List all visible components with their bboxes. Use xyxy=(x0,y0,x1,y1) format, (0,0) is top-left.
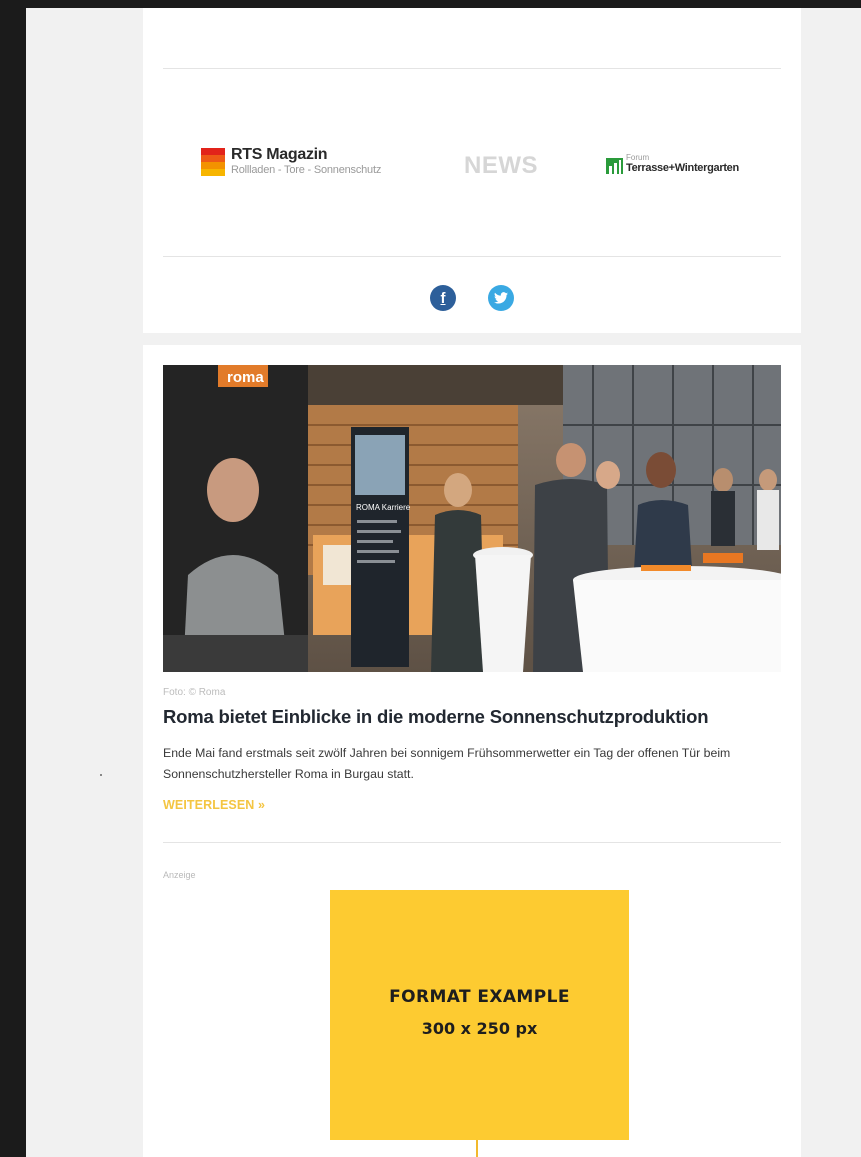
ad-label: Anzeige xyxy=(163,870,196,880)
brand-bar: RTS Magazin Rollladen - Tore - Sonnensch… xyxy=(163,136,781,186)
twitter-bird-icon xyxy=(494,292,508,304)
photo-credit: Foto: © Roma xyxy=(163,687,226,698)
rts-title: RTS Magazin xyxy=(231,146,328,163)
divider xyxy=(163,842,781,843)
divider xyxy=(163,256,781,257)
article-card: roma ROMA Karriere Foto: © Roma Roma bie… xyxy=(143,345,801,1157)
email-canvas: RTS Magazin Rollladen - Tore - Sonnensch… xyxy=(26,8,861,1157)
ad-size: 300 x 250 px xyxy=(421,1018,538,1038)
forum-small-label: Forum xyxy=(626,153,650,162)
read-more-label: WEITERLESEN xyxy=(163,798,255,812)
stray-dot xyxy=(100,774,102,776)
rts-subtitle: Rollladen - Tore - Sonnenschutz xyxy=(231,164,382,176)
divider xyxy=(163,68,781,69)
header-card: RTS Magazin Rollladen - Tore - Sonnensch… xyxy=(143,8,801,333)
double-chevron-icon: » xyxy=(257,798,266,812)
forum-logo-icon xyxy=(606,158,623,174)
rts-magazin-link[interactable]: RTS Magazin Rollladen - Tore - Sonnensch… xyxy=(201,146,381,176)
banner-text: ROMA Karriere xyxy=(356,503,411,512)
forum-title: Terrasse+Wintergarten xyxy=(626,162,739,174)
article-photo[interactable]: roma ROMA Karriere xyxy=(163,365,781,672)
article-headline[interactable]: Roma bietet Einblicke in die moderne Son… xyxy=(163,704,783,730)
event-photo-image: roma ROMA Karriere xyxy=(163,365,781,672)
read-more-link[interactable]: WEITERLESEN » xyxy=(163,798,265,812)
ad-connector-line xyxy=(476,1140,478,1157)
roma-sign-text: roma xyxy=(227,369,264,386)
twitter-icon[interactable] xyxy=(488,285,514,311)
article-teaser: Ende Mai fand erstmals seit zwölf Jahren… xyxy=(163,746,731,781)
rts-logo-icon xyxy=(201,148,225,176)
ad-banner[interactable]: FORMAT EXAMPLE 300 x 250 px xyxy=(330,890,629,1140)
forum-terrasse-link[interactable]: Forum Terrasse+Wintergarten xyxy=(606,154,739,174)
facebook-icon[interactable]: f xyxy=(430,285,456,311)
ad-headline: FORMAT EXAMPLE xyxy=(389,986,570,1007)
news-link[interactable]: NEWS xyxy=(464,152,538,180)
